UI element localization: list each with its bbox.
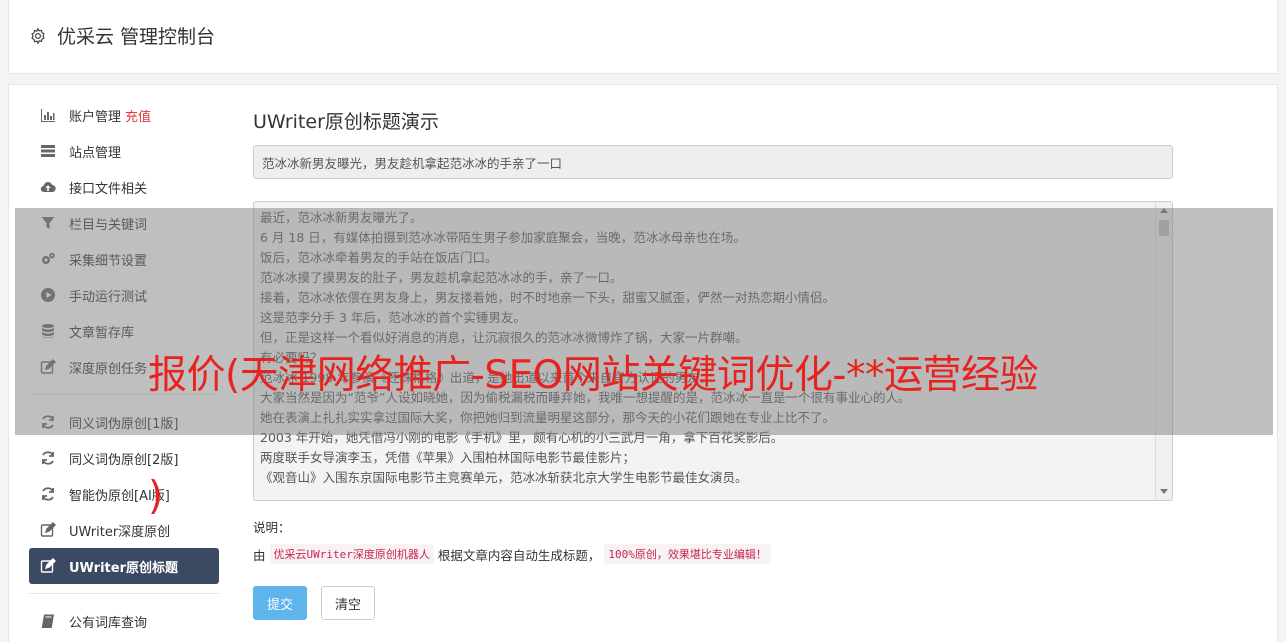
sidebar-item-label: UWriter深度原创 bbox=[69, 524, 171, 540]
recharge-link[interactable]: 充值 bbox=[125, 106, 151, 125]
edit-icon bbox=[39, 522, 57, 538]
article-line: 两度联手女导演李玉，凭借《苹果》入围柏林国际电影节最佳影片； bbox=[260, 450, 636, 465]
cloud-upload-icon bbox=[39, 179, 57, 195]
watermark-overlay-band bbox=[15, 208, 1273, 435]
book-icon bbox=[39, 613, 57, 629]
sidebar-item-interface-files[interactable]: 接口文件相关 bbox=[29, 169, 219, 205]
page-title: UWriter原创标题演示 bbox=[253, 111, 439, 133]
scroll-down-arrow-icon[interactable] bbox=[1160, 489, 1168, 494]
app-title: 优采云 管理控制台 bbox=[29, 22, 215, 49]
sidebar-item-public-lexicon[interactable]: 公有词库查询 bbox=[29, 603, 219, 639]
title-output-value: 范冰冰新男友曝光，男友趁机拿起范冰冰的手亲了一口 bbox=[262, 155, 563, 171]
sidebar-item-label: 接口文件相关 bbox=[69, 181, 148, 197]
sidebar-item-account[interactable]: 账户管理 充值 bbox=[29, 97, 219, 133]
sidebar-item-label: 账户管理 bbox=[69, 109, 122, 125]
sidebar-item-label: UWriter原创标题 bbox=[69, 560, 178, 576]
sidebar-item-uwriter-deep[interactable]: UWriter深度原创 bbox=[29, 512, 219, 548]
submit-button[interactable]: 提交 bbox=[253, 586, 307, 620]
note-label: 说明： bbox=[253, 520, 291, 535]
sidebar-item-sites[interactable]: 站点管理 bbox=[29, 133, 219, 169]
note-prefix: 由 bbox=[253, 547, 266, 563]
sidebar-divider bbox=[29, 593, 219, 594]
article-line: 《观音山》入围东京国际电影节主竞赛单元，范冰冰斩获北京大学生电影节最佳女演员。 bbox=[260, 470, 748, 485]
note-text: 由 优采云UWriter深度原创机器人 根据文章内容自动生成标题， 100%原创… bbox=[253, 544, 1173, 564]
note-code-robot: 优采云UWriter深度原创机器人 bbox=[269, 544, 434, 564]
clear-button[interactable]: 清空 bbox=[321, 586, 375, 620]
action-buttons: 提交 清空 bbox=[253, 586, 1173, 620]
sidebar-item-synonym-v2[interactable]: 同义词伪原创[2版] bbox=[29, 440, 219, 476]
refresh-icon bbox=[39, 486, 57, 502]
watermark-text: 报价(天津网络推广-SEO网站关键词优化-**运营经验 bbox=[148, 353, 1038, 398]
watermark-text-tail: ) bbox=[148, 474, 164, 519]
header: 优采云 管理控制台 bbox=[8, 0, 1278, 74]
note-middle: 根据文章内容自动生成标题， bbox=[437, 547, 601, 563]
refresh-icon bbox=[39, 450, 57, 466]
sidebar-item-label: 同义词伪原创[2版] bbox=[69, 452, 179, 468]
sidebar-item-label: 站点管理 bbox=[69, 145, 122, 161]
sidebar-item-ai-rewrite[interactable]: 智能伪原创[AI版] bbox=[29, 476, 219, 512]
edit-icon bbox=[39, 558, 57, 574]
bar-chart-icon bbox=[39, 107, 57, 123]
server-icon bbox=[39, 143, 57, 159]
app-title-text: 优采云 管理控制台 bbox=[57, 26, 216, 48]
title-output-field[interactable]: 范冰冰新男友曝光，男友趁机拿起范冰冰的手亲了一口 bbox=[253, 145, 1173, 179]
sidebar-item-label: 公有词库查询 bbox=[69, 615, 148, 631]
sidebar-item-uwriter-title[interactable]: UWriter原创标题 bbox=[29, 548, 219, 584]
note-code-original: 100%原创，效果堪比专业编辑！ bbox=[604, 544, 771, 564]
gear-icon bbox=[31, 27, 45, 44]
